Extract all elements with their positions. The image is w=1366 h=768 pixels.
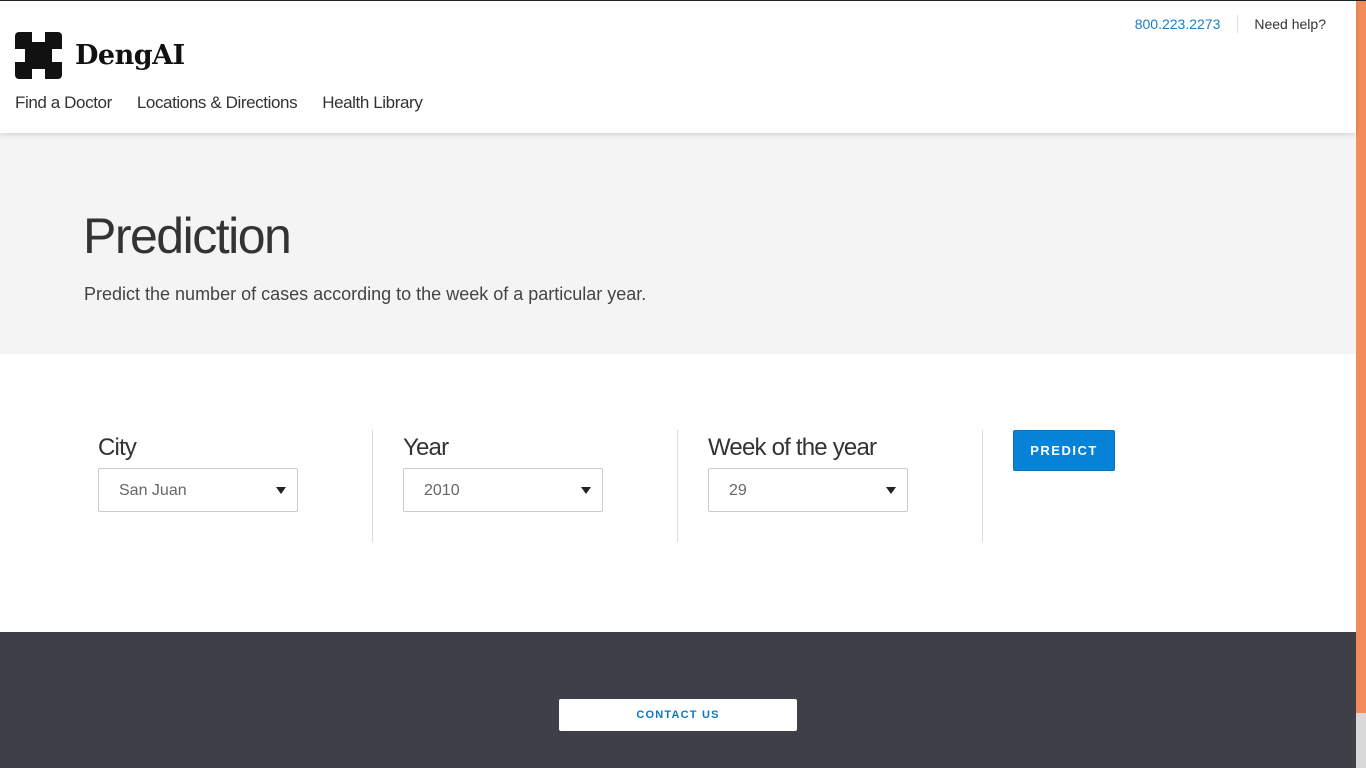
scrollbar-track[interactable]: [1356, 1, 1366, 768]
city-select-value: San Juan: [119, 482, 187, 499]
column-divider: [677, 430, 678, 542]
city-select[interactable]: San Juan: [98, 468, 298, 512]
nav-item-locations[interactable]: Locations & Directions: [137, 93, 298, 113]
phone-link[interactable]: 800.223.2273: [1135, 16, 1238, 32]
prediction-form: City San Juan Year 2010 Week of the year…: [0, 354, 1356, 632]
caret-down-icon: [276, 487, 286, 494]
caret-down-icon: [886, 487, 896, 494]
nav-item-health-library[interactable]: Health Library: [322, 93, 423, 113]
brand-name: DengAI: [75, 40, 185, 71]
year-select-value: 2010: [424, 482, 460, 499]
caret-down-icon: [581, 487, 591, 494]
week-select-value: 29: [729, 482, 747, 499]
column-divider: [982, 430, 983, 542]
brand-logo[interactable]: DengAI: [15, 32, 185, 79]
page: DengAI 800.223.2273 Need help? Find a Do…: [0, 0, 1366, 768]
main-nav: Find a Doctor Locations & Directions Hea…: [15, 93, 447, 113]
nav-item-find-a-doctor[interactable]: Find a Doctor: [15, 93, 112, 113]
scrollbar-thumb[interactable]: [1356, 713, 1366, 768]
need-help-link[interactable]: Need help?: [1238, 16, 1326, 32]
year-field: Year 2010: [403, 430, 603, 542]
column-divider: [372, 430, 373, 542]
page-subtitle: Predict the number of cases according to…: [84, 284, 647, 304]
week-label: Week of the year: [708, 434, 877, 461]
year-select[interactable]: 2010: [403, 468, 603, 512]
predict-button[interactable]: PREDICT: [1013, 430, 1115, 471]
contact-us-button[interactable]: CONTACT US: [559, 699, 797, 731]
page-title: Prediction: [83, 208, 292, 264]
hero-section: Prediction Predict the number of cases a…: [0, 133, 1356, 354]
city-label: City: [98, 434, 137, 461]
site-footer: CONTACT US: [0, 632, 1356, 768]
logo-cross-icon: [15, 32, 62, 79]
week-field: Week of the year 29: [708, 430, 908, 542]
week-select[interactable]: 29: [708, 468, 908, 512]
year-label: Year: [403, 434, 449, 461]
city-field: City San Juan: [98, 430, 298, 542]
site-header: DengAI 800.223.2273 Need help? Find a Do…: [0, 1, 1356, 133]
utility-links: 800.223.2273 Need help?: [1135, 15, 1326, 33]
